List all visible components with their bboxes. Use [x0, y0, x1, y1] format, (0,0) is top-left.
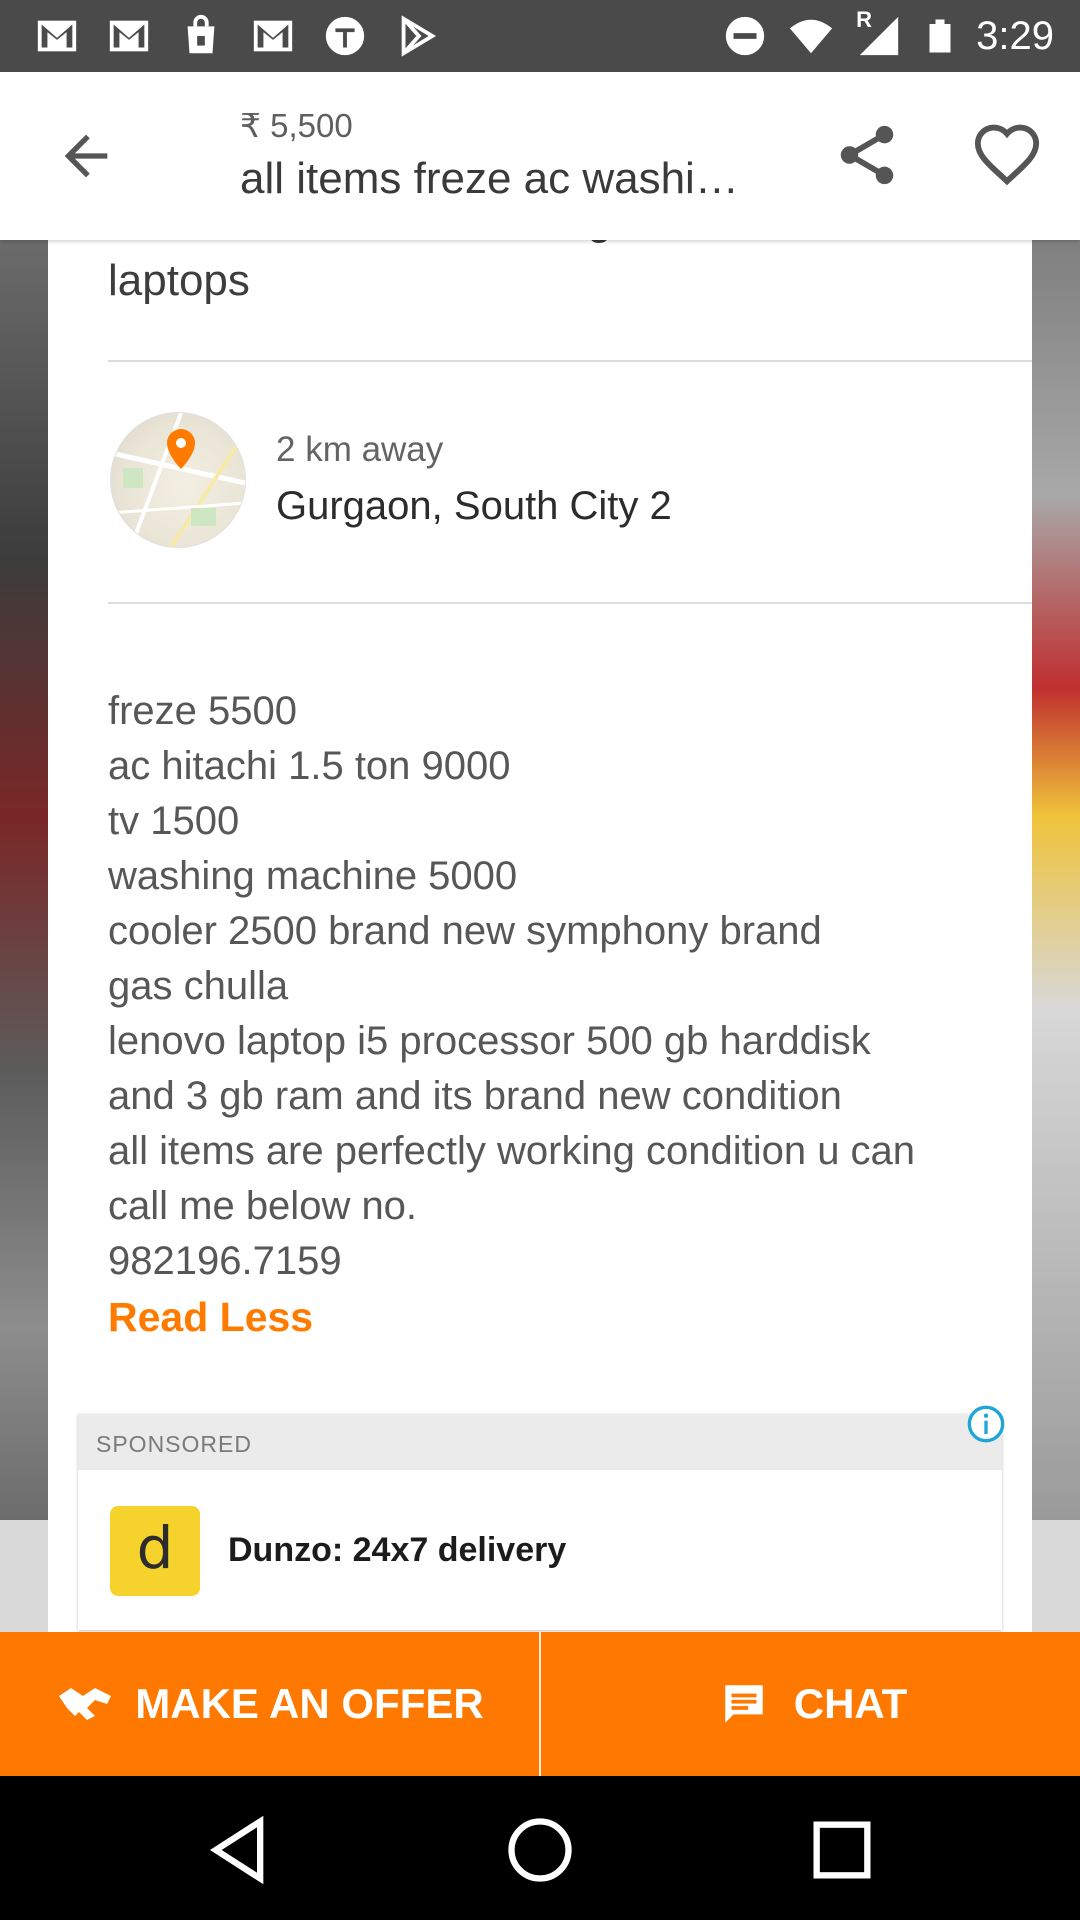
gmail-icon [37, 20, 77, 52]
bottom-action-bar: MAKE AN OFFER CHAT [0, 1632, 1080, 1776]
nav-home-button[interactable] [502, 1812, 578, 1888]
make-offer-label: MAKE AN OFFER [135, 1680, 484, 1727]
description-line: call me below no. [108, 1184, 418, 1228]
do-not-disturb-icon [725, 16, 765, 56]
ad-title: Dunzo: 24x7 delivery [228, 1531, 567, 1569]
divider [108, 360, 1032, 362]
signal-icon: R [854, 7, 904, 59]
description-line: and 3 gb ram and its brand new condition [108, 1074, 842, 1118]
square-recents-icon [813, 1821, 871, 1879]
nav-recents-button[interactable] [804, 1812, 880, 1888]
description-line: cooler 2500 brand new symphony brand [108, 909, 822, 953]
read-less-link[interactable]: Read Less [108, 1294, 313, 1341]
share-icon [840, 125, 894, 185]
description-line: 982196.7159 [108, 1239, 342, 1283]
location-distance: 2 km away [276, 430, 444, 469]
sponsored-label: SPONSORED [96, 1431, 252, 1457]
gmail-icon [109, 20, 149, 52]
circle-t-icon [325, 16, 365, 56]
favorite-button[interactable] [970, 120, 1044, 190]
info-icon [967, 1405, 1005, 1443]
battery-icon [929, 19, 951, 53]
play-store-icon [401, 15, 437, 57]
shopping-bag-icon [187, 14, 215, 54]
nav-back-button[interactable] [200, 1812, 276, 1888]
triangle-back-icon [209, 1815, 264, 1885]
description-line: all items are perfectly working conditio… [108, 1129, 916, 1173]
clock: 3:29 [976, 13, 1054, 58]
listing-description: freze 5500 ac hitachi 1.5 ton 9000 tv 15… [108, 684, 988, 1289]
share-button[interactable] [832, 120, 902, 190]
circle-home-icon [508, 1818, 572, 1882]
description-line: gas chulla [108, 964, 289, 1008]
roaming-indicator: R [856, 7, 873, 32]
back-button[interactable] [54, 124, 118, 188]
location-name: Gurgaon, South City 2 [276, 484, 672, 528]
ad-logo: d [110, 1506, 200, 1596]
listing-title: all items freze ac washing machine and l… [240, 154, 760, 203]
make-offer-button[interactable]: MAKE AN OFFER [0, 1632, 539, 1776]
description-line: ac hitachi 1.5 ton 9000 [108, 744, 511, 788]
app-bar: ₹ 5,500 all items freze ac washing machi… [0, 72, 1080, 240]
location-pin-icon [167, 429, 195, 469]
description-line: freze 5500 [108, 689, 298, 733]
map-icon [111, 413, 245, 547]
arrow-back-icon [64, 134, 108, 178]
wifi-icon [790, 19, 833, 54]
description-heading-continued: laptops [108, 256, 250, 305]
sponsored-ad[interactable]: SPONSORED d Dunzo: 24x7 delivery [78, 1405, 1005, 1630]
listing-price: ₹ 5,500 [240, 107, 353, 144]
ad-info-button[interactable] [966, 1404, 1006, 1444]
heart-outline-icon [974, 124, 1040, 186]
handshake-icon [59, 1688, 112, 1720]
chat-icon [724, 1685, 763, 1723]
description-line: lenovo laptop i5 processor 500 gb harddi… [108, 1019, 871, 1063]
chat-button[interactable]: CHAT [541, 1632, 1080, 1776]
location-map-thumbnail[interactable] [110, 412, 246, 548]
description-line: washing machine 5000 [108, 854, 518, 898]
action-divider [539, 1632, 541, 1776]
listing-photo-edge [1030, 240, 1080, 1520]
description-line: tv 1500 [108, 799, 240, 843]
chat-label: CHAT [793, 1680, 908, 1727]
gmail-icon [253, 20, 293, 52]
ad-header: SPONSORED [78, 1414, 1002, 1470]
divider [108, 602, 1032, 604]
status-bar: R 3:29 [0, 0, 1080, 72]
system-nav-bar [0, 1776, 1080, 1920]
